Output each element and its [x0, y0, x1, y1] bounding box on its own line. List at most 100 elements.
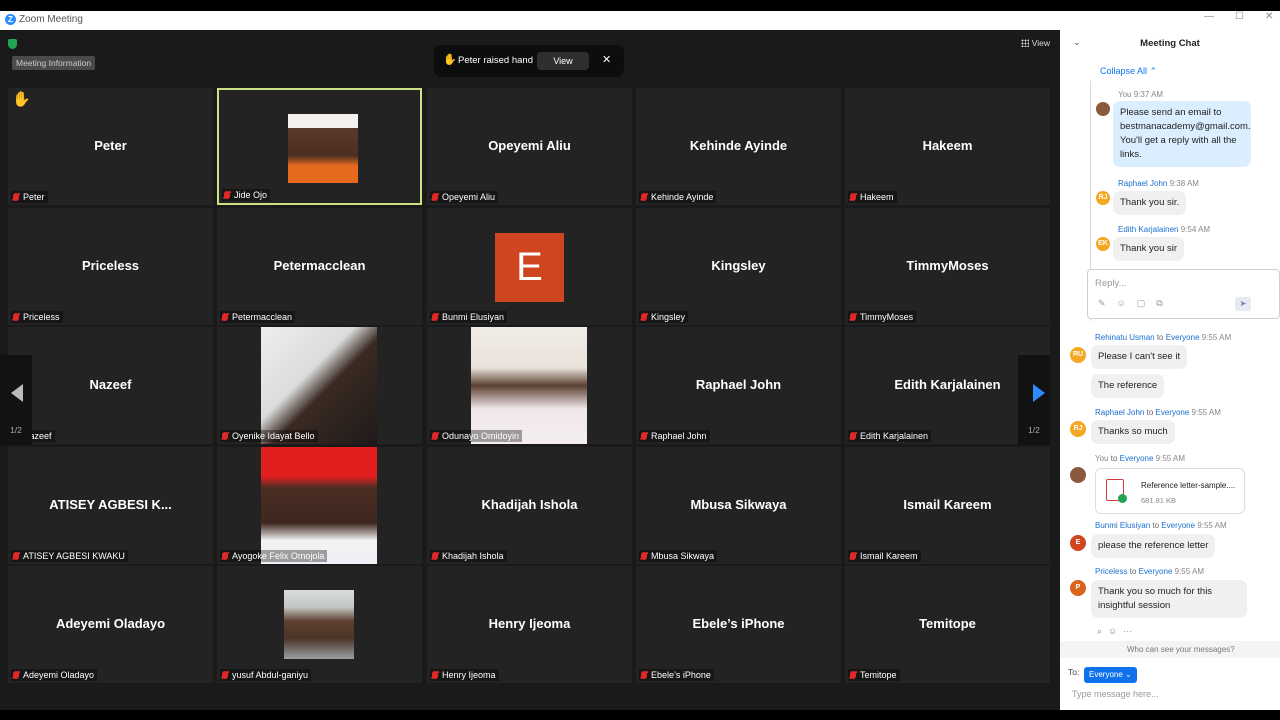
participant-name: Hakeem — [922, 138, 973, 153]
message-bubble[interactable]: Thank you sir — [1113, 237, 1185, 261]
participant-tile[interactable]: Petermacclean Petermacclean — [217, 208, 422, 325]
participant-video — [261, 447, 377, 564]
muted-mic-icon — [432, 313, 438, 321]
reply-input[interactable]: Reply... ✎☺▢⧉ ➤ — [1087, 269, 1280, 319]
window-title: Zoom Meeting — [19, 14, 83, 25]
file-name: Reference letter-sample.... — [1141, 481, 1236, 490]
view-button[interactable]: View — [1020, 38, 1050, 48]
muted-mic-icon — [224, 191, 230, 199]
notification-view-button[interactable]: View — [537, 52, 589, 70]
maximize-icon[interactable]: ☐ — [1235, 11, 1244, 22]
participant-tile[interactable]: Jide Ojo — [217, 88, 422, 205]
participant-label: Ebele’s iPhone — [639, 669, 714, 681]
message-bubble[interactable]: Thanks so much — [1091, 420, 1175, 444]
participant-name: Mbusa Sikwaya — [690, 497, 787, 512]
participant-tile[interactable]: Henry Ijeoma Henry Ijeoma — [427, 566, 632, 683]
collapse-all-link[interactable]: Collapse All ⌃ — [1100, 66, 1157, 77]
participant-label-text: Adeyemi Oladayo — [23, 670, 95, 680]
reaction-icons[interactable]: ⌕☺⋯ — [1097, 626, 1138, 637]
previous-page-button[interactable]: 1/2 — [0, 355, 32, 445]
zoom-logo-icon: Z — [5, 14, 16, 25]
audience: Everyone — [1165, 333, 1200, 342]
participant-tile[interactable]: Kehinde Ayinde Kehinde Ayinde — [636, 88, 841, 205]
participant-tile[interactable]: Raphael John Raphael John — [636, 327, 841, 444]
muted-mic-icon — [13, 671, 19, 679]
participant-tile[interactable]: E Bunmi Elusiyan — [427, 208, 632, 325]
to-label: To: — [1068, 667, 1080, 677]
participant-video — [284, 590, 354, 659]
participant-tile[interactable]: TimmyMoses TimmyMoses — [845, 208, 1050, 325]
recipient-dropdown[interactable]: Everyone ⌄ — [1084, 667, 1137, 683]
message-bubble[interactable]: Thank you sir. — [1113, 191, 1187, 215]
participant-tile[interactable]: yusuf Abdul-ganiyu — [217, 566, 422, 683]
participant-tile[interactable]: Khadijah Ishola Khadijah Ishola — [427, 447, 632, 564]
participant-name: Khadijah Ishola — [481, 497, 578, 512]
muted-mic-icon — [850, 552, 856, 560]
who-can-see-bar: Who can see your messages? — [1060, 641, 1280, 658]
message-bubble[interactable]: Please send an email to bestmanacademy@g… — [1113, 101, 1251, 167]
message-bubble[interactable]: Please I can't see it — [1091, 345, 1188, 369]
participant-label: Ismail Kareem — [848, 550, 921, 562]
participant-label-text: Edith Karjalainen — [860, 431, 929, 441]
participant-label-text: Khadijah Ishola — [442, 551, 504, 561]
participant-tile[interactable]: Nazeef Nazeef — [8, 327, 213, 444]
message-time: 9:55 AM — [1174, 567, 1204, 576]
meeting-info-button[interactable]: Meeting Information — [12, 56, 96, 70]
participant-tile[interactable]: Odunayo Omidoyin — [427, 327, 632, 444]
participant-label: Adeyemi Oladayo — [11, 669, 98, 681]
muted-mic-icon — [13, 193, 19, 201]
participant-label-text: Peter — [23, 192, 45, 202]
participant-tile[interactable]: Ebele’s iPhone Ebele’s iPhone — [636, 566, 841, 683]
participant-label-text: Ebele’s iPhone — [651, 670, 711, 680]
participant-label: Kingsley — [639, 311, 689, 323]
pdf-file-icon — [1106, 479, 1127, 503]
participant-tile[interactable]: Hakeem Hakeem — [845, 88, 1050, 205]
participant-label: Oyenike Idayat Bello — [220, 430, 318, 442]
participant-tile[interactable]: Opeyemi Aliu Opeyemi Aliu — [427, 88, 632, 205]
participant-label: Temitope — [848, 669, 900, 681]
participant-label-text: Odunayo Omidoyin — [442, 431, 520, 441]
participant-name: Peter — [94, 138, 127, 153]
next-page-button[interactable]: 1/2 — [1018, 355, 1050, 445]
muted-mic-icon — [222, 552, 228, 560]
participant-name: TimmyMoses — [906, 258, 989, 273]
participant-name: Nazeef — [89, 377, 132, 392]
participant-tile[interactable]: Oyenike Idayat Bello — [217, 327, 422, 444]
thread-meta-edith: Edith Karjalainen 9:54 AM — [1118, 225, 1210, 234]
participant-tile[interactable]: Ayogoke Felix Omojola — [217, 447, 422, 564]
who-can-see-link[interactable]: Who can see your messages? — [1127, 645, 1235, 654]
close-window-icon[interactable]: ✕ — [1265, 11, 1273, 22]
participant-video — [288, 114, 358, 183]
reply-placeholder: Reply... — [1095, 278, 1127, 289]
participant-label-text: yusuf Abdul-ganiyu — [232, 670, 309, 680]
participant-tile[interactable]: Kingsley Kingsley — [636, 208, 841, 325]
file-attachment[interactable]: Reference letter-sample.... 681.81 KB — [1095, 468, 1245, 514]
message-bubble[interactable]: Thank you so much for this insightful se… — [1091, 580, 1247, 618]
participant-label: Raphael John — [639, 430, 710, 442]
participant-label: Mbusa Sikwaya — [639, 550, 718, 562]
message-input[interactable]: Type message here... — [1072, 689, 1159, 699]
participant-tile[interactable]: ✋ Peter Peter — [8, 88, 213, 205]
format-tools-icon[interactable]: ✎☺▢⧉ — [1098, 298, 1174, 309]
participant-label-text: Kehinde Ayinde — [651, 192, 714, 202]
participant-tile[interactable]: Adeyemi Oladayo Adeyemi Oladayo — [8, 566, 213, 683]
participant-tile[interactable]: ATISEY AGBESI K... ATISEY AGBESI KWAKU — [8, 447, 213, 564]
participant-label: TimmyMoses — [848, 311, 917, 323]
message-meta: Bunmi Elusiyan to Everyone 9:55 AM — [1095, 521, 1227, 530]
close-icon[interactable]: ✕ — [602, 53, 611, 66]
zoom-app: Z Zoom Meeting Meeting Information View … — [0, 0, 1280, 720]
participant-tile[interactable]: Priceless Priceless — [8, 208, 213, 325]
participant-tile[interactable]: Mbusa Sikwaya Mbusa Sikwaya — [636, 447, 841, 564]
muted-mic-icon — [222, 313, 228, 321]
participant-tile[interactable]: Temitope Temitope — [845, 566, 1050, 683]
message-bubble[interactable]: The reference — [1091, 374, 1165, 398]
avatar-rehinatu-usman: RU — [1070, 347, 1086, 363]
message-bubble[interactable]: please the reference letter — [1091, 534, 1216, 558]
security-shield-icon[interactable] — [8, 39, 17, 49]
participant-label: Ayogoke Felix Omojola — [220, 550, 328, 562]
participant-name: Kehinde Ayinde — [689, 138, 788, 153]
minimize-icon[interactable]: — — [1204, 11, 1214, 22]
participant-label: Peter — [11, 191, 48, 203]
send-icon[interactable]: ➤ — [1235, 297, 1251, 311]
participant-tile[interactable]: Ismail Kareem Ismail Kareem — [845, 447, 1050, 564]
